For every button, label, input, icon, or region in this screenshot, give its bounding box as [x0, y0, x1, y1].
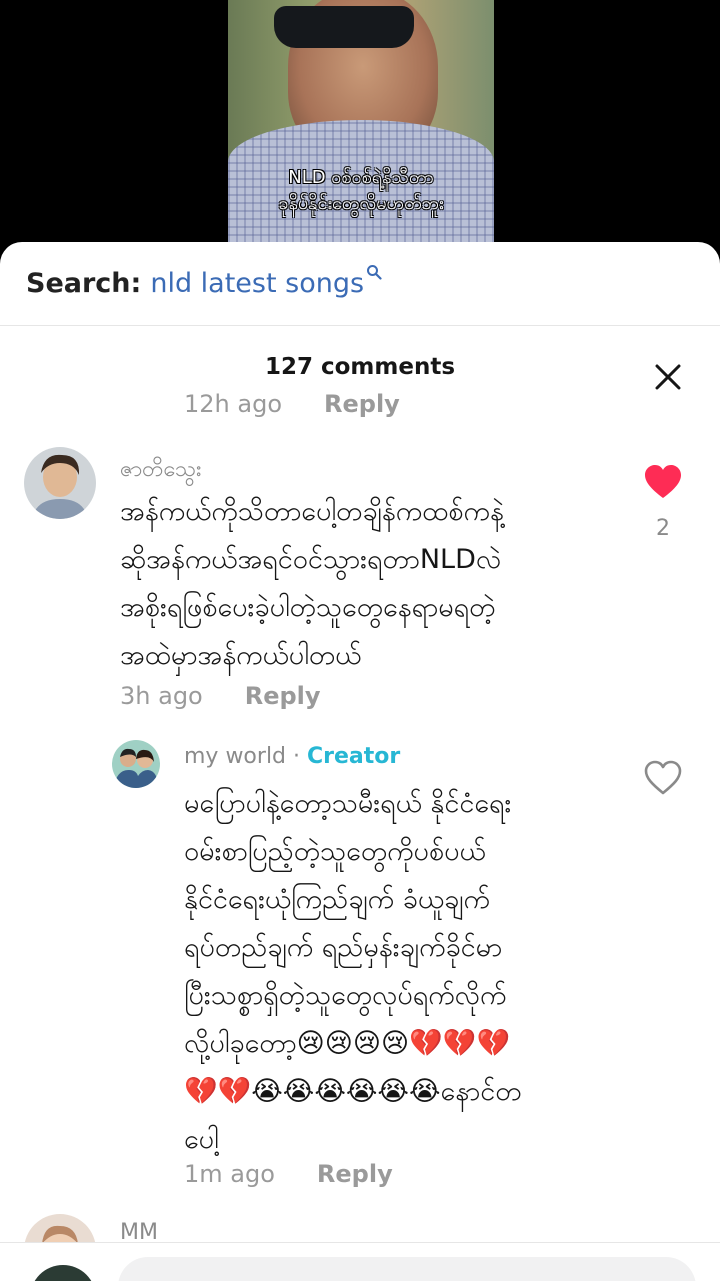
username-separator: ·	[286, 744, 308, 769]
avatar	[30, 1265, 96, 1281]
comment-line: လို့ပါခုတော့😢😢😢😢💔💔💔	[184, 1028, 511, 1059]
like-count: 2	[656, 516, 670, 541]
comment-line: အစိုးရဖြစ်ပေးခဲ့ပါတဲ့သူတွေနေရာမရတဲ့	[120, 592, 496, 623]
search-prefix: Search:	[26, 268, 142, 299]
caption-line-2: ခုနိပ်နိုင်းတွေလိုမဟုတ်ဘူး	[278, 193, 444, 214]
comment-meta: 3h ago Reply	[120, 682, 321, 710]
comment-meta: 12h ago Reply	[184, 390, 400, 418]
avatar-image	[24, 447, 96, 519]
comment-line: အထဲမှာအန်ကယ်ပါတယ်	[120, 640, 362, 671]
comment-count-title: 127 comments	[264, 354, 456, 380]
sunglasses	[274, 6, 414, 48]
search-query-link[interactable]: nld latest songs	[150, 268, 364, 299]
comment-time: 3h ago	[120, 682, 203, 710]
close-icon[interactable]	[652, 361, 684, 393]
comment-username: my world · Creator	[184, 744, 400, 769]
comment-line: အန်ကယ်ကိုသိတာပေါ့တချိန်ကထစ်ကနဲ့	[120, 496, 504, 527]
creator-badge: Creator	[307, 744, 401, 769]
comment-text: အန်ကယ်ကိုသိတာပေါ့တချိန်ကထစ်ကနဲ့ ဆိုအန်ကယ…	[120, 488, 504, 680]
video-caption: NLD ဝစ်ဝစ်ရဲ့နိသီတာ ခုနိပ်နိုင်းတွေလိုမဟ…	[228, 165, 494, 217]
video-player[interactable]: NLD ဝစ်ဝစ်ရဲ့နိသီတာ ခုနိပ်နိုင်းတွေလိုမဟ…	[0, 0, 720, 260]
like-control[interactable]	[638, 760, 688, 800]
heart-outline-icon[interactable]	[643, 760, 683, 796]
creator-username[interactable]: my world	[184, 744, 286, 769]
comment-line: ပေါ့	[184, 1124, 219, 1155]
avatar[interactable]	[24, 447, 96, 519]
avatar-image	[112, 740, 160, 788]
comment-input-bar	[0, 1242, 720, 1281]
search-banner[interactable]: Search: nld latest songs	[0, 242, 720, 326]
caption-line-1: NLD ဝစ်ဝစ်ရဲ့နိသီတာ	[288, 167, 434, 188]
comment-username[interactable]: ဇာတိသွေး	[120, 454, 202, 487]
like-control[interactable]: 2	[638, 464, 688, 541]
comment-time: 1m ago	[184, 1160, 275, 1188]
search-icon	[367, 264, 382, 280]
comment-line: 💔💔😭😭😭😭😭😭နောင်တ	[184, 1076, 522, 1107]
reply-button[interactable]: Reply	[317, 1160, 393, 1188]
comment-line: မပြောပါနဲ့တော့သမီးရယ် နိုင်ငံရေး	[184, 788, 512, 819]
comment-input[interactable]	[118, 1257, 696, 1281]
comment-line: နိုင်ငံရေးယုံကြည်ချက် ခံယူချက်	[184, 884, 490, 915]
comment-meta: 1m ago Reply	[184, 1160, 393, 1188]
reply-button[interactable]: Reply	[245, 682, 321, 710]
comment-time: 12h ago	[184, 390, 283, 418]
heart-filled-icon[interactable]	[643, 464, 683, 500]
comments-sheet: Search: nld latest songs 127 comments 12…	[0, 242, 720, 1281]
comment-line: ရပ်တည်ချက် ရည်မှန်းချက်ခိုင်မာ	[184, 932, 503, 963]
comment-line: ဆိုအန်ကယ်အရင်ဝင်သွားရတာNLDလဲ	[120, 544, 502, 575]
comment-line: ဝမ်းစာပြည့်တဲ့သူတွေကိုပစ်ပယ်	[184, 836, 486, 867]
video-frame: NLD ဝစ်ဝစ်ရဲ့နိသီတာ ခုနိပ်နိုင်းတွေလိုမဟ…	[228, 0, 494, 250]
comment-text: မပြောပါနဲ့တော့သမီးရယ် နိုင်ငံရေး ဝမ်းစာပ…	[184, 780, 522, 1164]
comment-line: ပြီးသစ္စာရှိတဲ့သူတွေလုပ်ရက်လိုက်	[184, 980, 507, 1011]
reply-button[interactable]: Reply	[324, 390, 400, 418]
avatar[interactable]	[112, 740, 160, 788]
